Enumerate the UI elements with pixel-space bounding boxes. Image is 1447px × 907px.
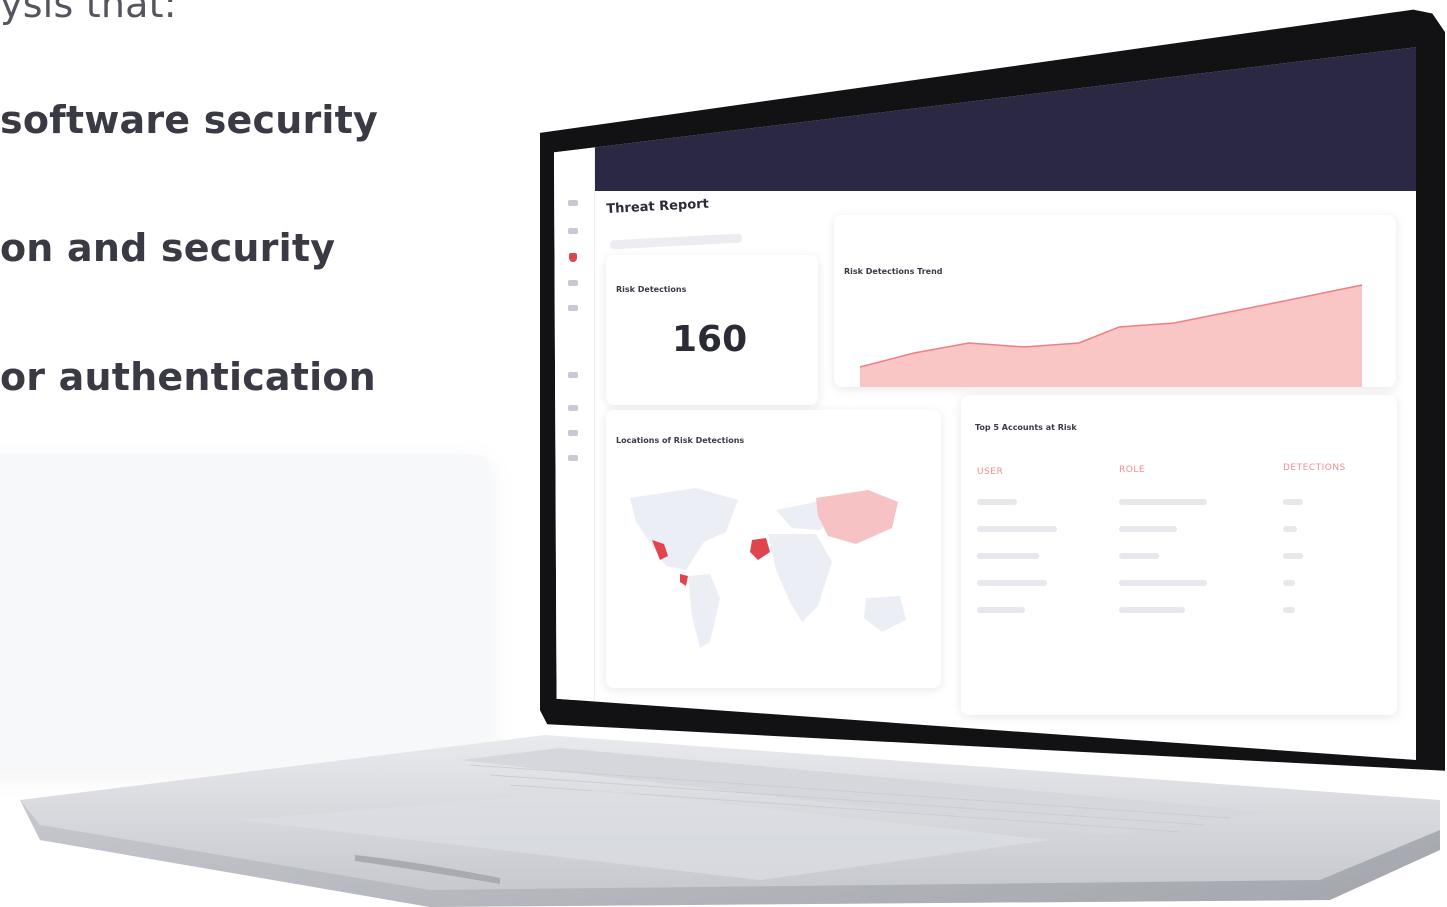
table-row[interactable] [977,526,1057,532]
nav-icon[interactable] [568,430,578,436]
nav-icon[interactable] [568,405,578,411]
table-cell [1283,553,1303,559]
risk-detections-value: 160 [672,319,748,360]
table-cell [1119,526,1177,532]
table-cell [1119,607,1185,613]
top-accounts-label: Top 5 Accounts at Risk [975,423,1077,432]
shield-icon[interactable] [569,253,577,262]
laptop-screen: Threat Report Risk Detections 160 Risk D… [554,47,1416,760]
risk-detections-label: Risk Detections [616,285,687,294]
table-row[interactable] [977,580,1047,586]
table-row[interactable] [977,553,1039,559]
risk-locations-card: Locations of Risk Detections [606,410,941,688]
users-icon[interactable] [568,228,578,234]
table-cell [1119,553,1159,559]
table-cell [1283,580,1295,586]
nav-icon[interactable] [568,280,578,286]
nav-icon[interactable] [568,372,578,378]
table-cell [1283,607,1295,613]
top-accounts-card: Top 5 Accounts at Risk USER ROLE DETECTI… [961,395,1397,715]
table-cell [1283,526,1297,532]
page-title: Threat Report [606,196,710,217]
risk-trend-card: Risk Detections Trend [834,215,1396,387]
table-cell [1283,499,1303,505]
table-row[interactable] [977,499,1017,505]
column-header-role[interactable]: ROLE [1119,465,1145,475]
nav-icon[interactable] [568,455,578,461]
table-row[interactable] [977,607,1025,613]
table-cell [1119,499,1207,505]
world-map [630,488,906,648]
table-cell [1119,580,1207,586]
column-header-user[interactable]: USER [977,467,1003,477]
risk-detections-card: Risk Detections 160 [606,255,818,405]
nav-icon[interactable] [568,305,578,311]
column-header-detections[interactable]: DETECTIONS [1283,463,1346,473]
search-icon[interactable] [568,200,578,206]
app-sidebar [554,140,595,700]
date-filter-bar[interactable] [609,233,743,250]
